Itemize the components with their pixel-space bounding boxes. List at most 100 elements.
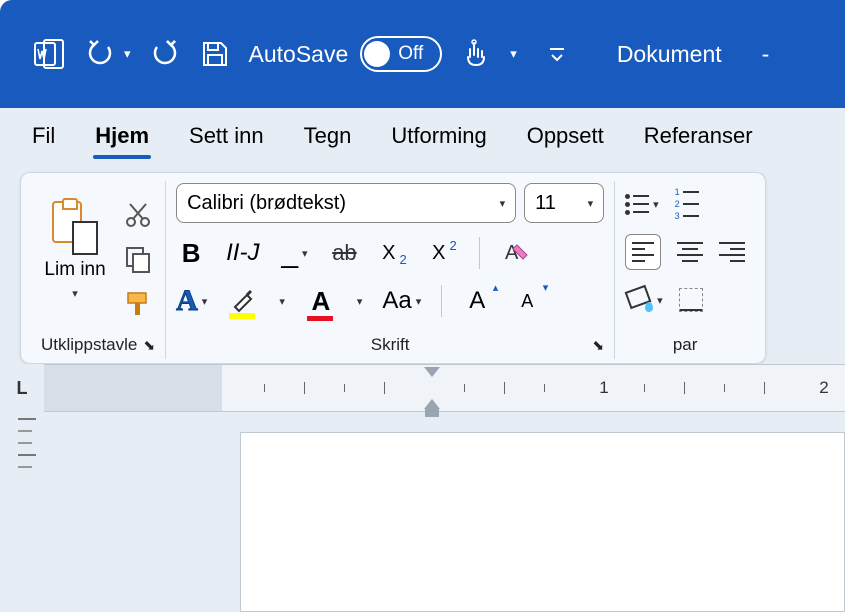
strikethrough-button[interactable]: ab	[329, 235, 359, 271]
format-painter-button[interactable]	[124, 289, 152, 317]
font-name-value: Calibri (brødtekst)	[187, 192, 346, 215]
tab-referanser[interactable]: Referanser	[642, 113, 755, 159]
save-button[interactable]	[201, 40, 229, 68]
grow-font-button[interactable]: A▴	[462, 283, 492, 319]
underline-glyph: _	[281, 236, 298, 270]
chevron-down-icon: ▾	[416, 295, 422, 308]
superscript-button[interactable]: X2	[429, 235, 459, 271]
tab-tegn[interactable]: Tegn	[302, 113, 354, 159]
bold-button[interactable]: B	[176, 235, 206, 271]
vertical-ruler[interactable]	[18, 418, 36, 468]
shrink-font-glyph: A	[521, 291, 533, 312]
subscript-button[interactable]: X2	[379, 235, 409, 271]
font-launcher[interactable]: ⬊	[592, 337, 604, 354]
autosave-state: Off	[398, 43, 423, 65]
chevron-down-icon: ▾	[657, 294, 663, 307]
undo-button[interactable]	[84, 39, 118, 69]
paragraph-group-label: par	[673, 335, 698, 355]
change-case-button[interactable]: Aa ▾	[382, 283, 421, 319]
cut-button[interactable]	[124, 201, 152, 229]
horizontal-ruler[interactable]: 1 2	[44, 364, 845, 412]
chevron-down-icon: ▾	[202, 295, 208, 308]
shading-icon	[625, 286, 653, 314]
align-left-button[interactable]	[625, 234, 661, 270]
underline-button[interactable]: _▾	[279, 235, 309, 271]
bullets-button[interactable]: ▾	[625, 194, 659, 215]
ribbon-tabs: Fil Hjem Sett inn Tegn Utforming Oppsett…	[0, 108, 845, 164]
borders-icon	[679, 288, 703, 312]
shading-button[interactable]: ▾	[625, 286, 663, 314]
paste-icon	[52, 201, 98, 255]
font-size-value: 11	[535, 192, 556, 215]
font-color-bar	[307, 316, 333, 321]
text-effects-button[interactable]: A▾	[176, 283, 207, 319]
paste-dropdown[interactable]: ▾	[72, 287, 78, 300]
tab-hjem[interactable]: Hjem	[93, 113, 151, 159]
chevron-down-icon: ▾	[500, 197, 506, 210]
paste-label: Lim inn	[44, 259, 105, 281]
bullets-icon	[625, 194, 649, 215]
autosave-toggle[interactable]: Off	[360, 36, 442, 72]
chevron-down-icon: ▾	[653, 198, 659, 211]
toggle-knob-icon	[364, 41, 390, 67]
touch-mode-button[interactable]	[462, 39, 490, 69]
group-paragraph: ▾ 1 2 3	[614, 181, 755, 359]
hanging-indent-marker[interactable]	[424, 399, 440, 409]
sup-n: 2	[449, 238, 456, 253]
highlight-button[interactable]	[227, 283, 259, 319]
change-case-glyph: Aa	[382, 287, 411, 315]
document-page[interactable]	[240, 432, 845, 612]
text-effects-glyph: A	[176, 284, 198, 318]
title-bar: ▾ AutoSave Off ▾ Dokument -	[0, 0, 845, 108]
separator	[441, 285, 442, 317]
font-size-select[interactable]: 11 ▾	[524, 183, 604, 223]
qat-customize-button[interactable]	[547, 44, 567, 64]
font-color-button[interactable]: A	[305, 283, 337, 319]
redo-button[interactable]	[151, 39, 181, 69]
paste-button[interactable]: Lim inn ▾	[44, 201, 105, 300]
ribbon: Lim inn ▾	[0, 164, 845, 364]
ruler-margin-zone	[44, 365, 222, 411]
tab-oppsett[interactable]: Oppsett	[525, 113, 606, 159]
font-group-label: Skrift	[371, 335, 410, 355]
numbering-icon: 1 2 3	[675, 188, 699, 221]
ruler-area: L 1 2	[0, 364, 845, 412]
clipboard-group-label: Utklippstavle	[41, 335, 137, 355]
separator	[479, 237, 480, 269]
group-clipboard: Lim inn ▾	[31, 181, 165, 359]
chevron-down-icon: ▾	[588, 197, 594, 210]
first-line-indent-marker[interactable]	[424, 367, 440, 377]
title-dash: -	[762, 41, 770, 68]
highlight-color-bar	[229, 313, 255, 319]
chevron-down-icon: ▾	[302, 247, 308, 260]
sup-x: X	[432, 242, 445, 265]
copy-button[interactable]	[124, 245, 152, 273]
ruler-number: 1	[599, 378, 608, 398]
clear-formatting-button[interactable]: A	[500, 235, 530, 271]
word-logo-icon	[34, 39, 64, 69]
font-color-glyph: A	[311, 286, 330, 317]
left-indent-marker[interactable]	[425, 409, 439, 417]
font-name-select[interactable]: Calibri (brødtekst) ▾	[176, 183, 516, 223]
shrink-font-button[interactable]: A▾	[512, 283, 542, 319]
font-color-dropdown[interactable]: ▾	[357, 295, 363, 308]
document-title[interactable]: Dokument	[617, 41, 722, 68]
align-right-button[interactable]	[719, 242, 745, 262]
undo-dropdown[interactable]: ▾	[124, 46, 131, 62]
sub-n: 2	[399, 252, 406, 267]
grow-font-glyph: A	[469, 287, 485, 315]
tab-fil[interactable]: Fil	[30, 113, 57, 159]
numbering-button[interactable]: 1 2 3	[675, 188, 699, 221]
ruler-number: 2	[819, 378, 828, 398]
tab-sett-inn[interactable]: Sett inn	[187, 113, 266, 159]
tab-stop-selector[interactable]: L	[0, 364, 44, 412]
align-center-button[interactable]	[677, 242, 703, 262]
touch-dropdown[interactable]: ▾	[510, 46, 517, 62]
borders-button[interactable]	[679, 288, 703, 312]
sub-x: X	[382, 242, 395, 265]
italic-button[interactable]: II-J	[226, 235, 259, 271]
tab-utforming[interactable]: Utforming	[389, 113, 488, 159]
clipboard-launcher[interactable]: ⬊	[143, 337, 155, 354]
document-area	[0, 412, 845, 612]
highlight-dropdown[interactable]: ▾	[279, 295, 285, 308]
